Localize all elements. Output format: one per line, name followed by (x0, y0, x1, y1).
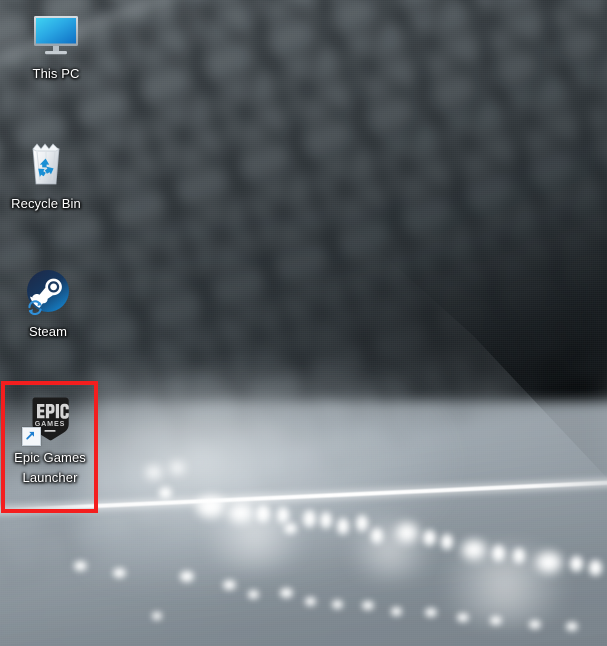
recycle-bin-icon (20, 138, 72, 190)
desktop-icon-steam[interactable]: Steam (5, 266, 91, 342)
desktop-icon-this-pc[interactable]: This PC (13, 8, 99, 84)
desktop-icon-recycle-bin[interactable]: Recycle Bin (3, 138, 89, 214)
epic-games-icon: GAMES (22, 392, 76, 446)
desktop-root[interactable]: This PC Recycle Bin Steam GAMES Epic Gam… (0, 0, 607, 646)
icon-label: Epic Games Launcher (14, 450, 86, 486)
monitor-icon (30, 8, 82, 60)
wallpaper-grain (0, 0, 607, 646)
desktop-icon-epic-games-launcher[interactable]: GAMES Epic Games Launcher (7, 392, 93, 488)
icon-label: Steam (28, 324, 68, 339)
icon-label: Recycle Bin (11, 196, 81, 211)
steam-icon (22, 266, 74, 318)
icon-label: This PC (32, 66, 80, 81)
shortcut-arrow-icon (22, 427, 41, 446)
